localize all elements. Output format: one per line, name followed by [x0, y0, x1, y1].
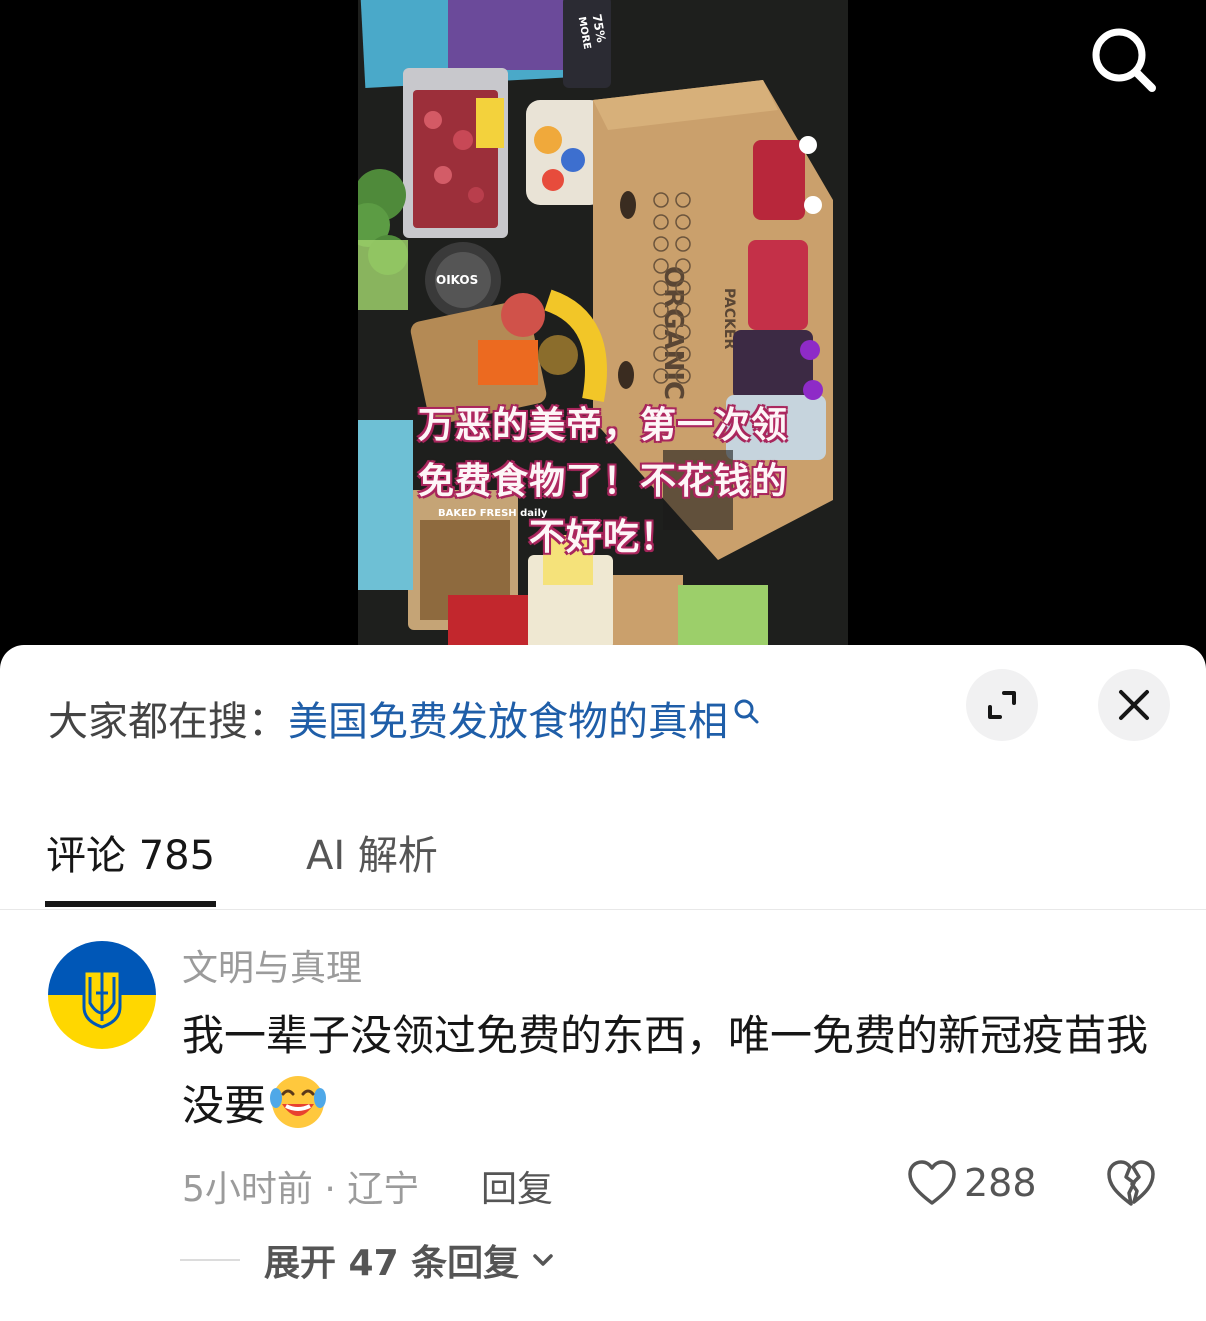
- trending-search: 大家都在搜： 美国免费发放食物的真相: [48, 690, 762, 746]
- like-button[interactable]: 288: [906, 1155, 1037, 1211]
- expand-button[interactable]: [966, 669, 1038, 741]
- close-button[interactable]: [1098, 669, 1170, 741]
- heart-icon: [908, 1160, 956, 1205]
- close-icon: [1119, 690, 1149, 720]
- expand-replies-button[interactable]: 展开 47 条回复: [180, 1235, 557, 1285]
- tab-ai-analysis[interactable]: AI 解析: [306, 823, 438, 881]
- app-screen: 75% MORE ORGANIC PACKER OIKOS BAKED FRES…: [0, 0, 1206, 1321]
- active-tab-indicator: [45, 901, 216, 907]
- expand-icon: [988, 691, 1016, 719]
- caption-line-1: 万恶的美帝，第一次领: [417, 405, 788, 446]
- caption-line-3: 不好吃！: [528, 517, 677, 558]
- search-icon: [1092, 28, 1156, 92]
- comment-body: 我一辈子没领过免费的东西，唯一免费的新冠疫苗我没要: [182, 1001, 1172, 1141]
- trending-query-link[interactable]: 美国免费发放食物的真相: [288, 689, 728, 747]
- chevron-down-icon: [533, 1254, 553, 1266]
- tab-comments[interactable]: 评论 785: [46, 823, 215, 881]
- divider-line: [180, 1259, 240, 1261]
- laughing-crying-emoji-icon: [268, 1072, 328, 1132]
- caption-line-2: 免费食物了！不花钱的: [417, 461, 788, 502]
- video-caption: 万恶的美帝，第一次领 免费食物了！不花钱的 不好吃！: [358, 398, 848, 566]
- comments-sheet: 大家都在搜： 美国免费发放食物的真相 评论 785 AI 解析 文明与真理 我一…: [0, 645, 1206, 1321]
- avatar[interactable]: [48, 941, 156, 1049]
- yogurt-label: OIKOS: [436, 273, 478, 287]
- search-button[interactable]: [1086, 22, 1162, 98]
- small-search-icon: [732, 691, 762, 724]
- expand-replies-label: 展开 47 条回复: [264, 1243, 520, 1284]
- like-count: 288: [964, 1161, 1037, 1205]
- video-player[interactable]: 75% MORE ORGANIC PACKER OIKOS BAKED FRES…: [0, 0, 1206, 680]
- comment-username[interactable]: 文明与真理: [182, 939, 362, 991]
- reply-button[interactable]: 回复: [481, 1160, 553, 1212]
- box-print: ORGANIC: [658, 266, 688, 400]
- trending-label: 大家都在搜：: [48, 699, 288, 745]
- ukraine-flag-avatar: [48, 941, 156, 1049]
- video-frame[interactable]: 75% MORE ORGANIC PACKER OIKOS BAKED FRES…: [358, 0, 848, 650]
- tab-bar: 评论 785 AI 解析: [0, 817, 1206, 910]
- comment-meta: 5小时前 · 辽宁: [182, 1169, 420, 1210]
- dislike-button[interactable]: [1104, 1157, 1158, 1209]
- broken-heart-icon: [1107, 1160, 1155, 1206]
